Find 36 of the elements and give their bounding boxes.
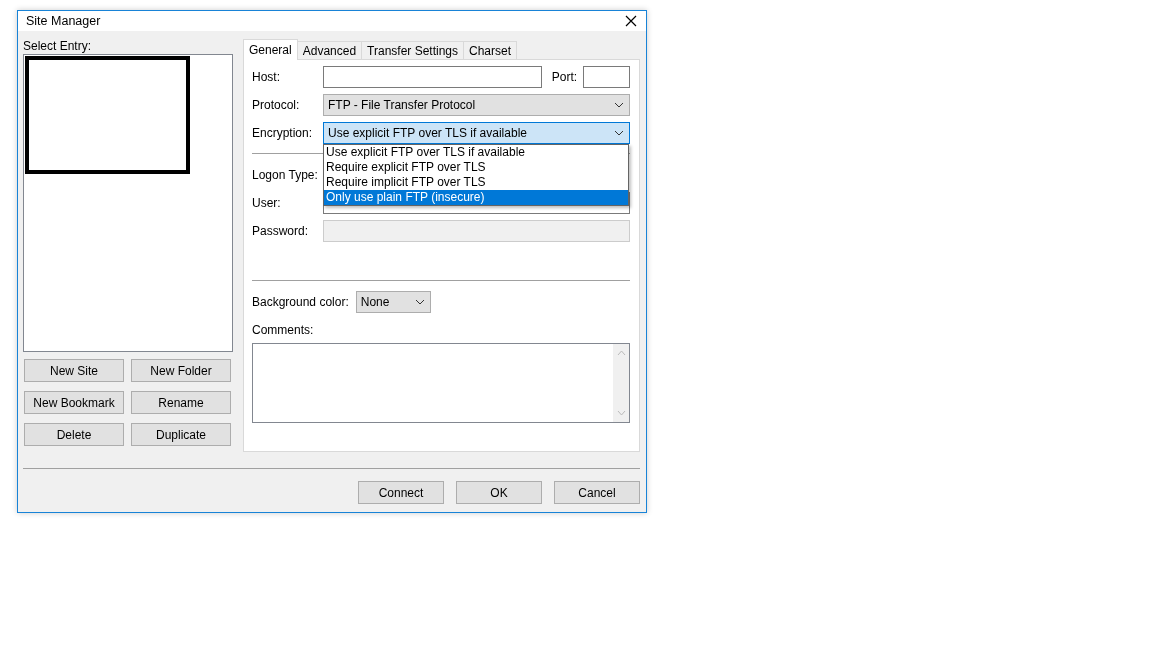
- chevron-down-icon: [614, 130, 624, 136]
- comments-field[interactable]: [252, 343, 630, 423]
- entry-button[interactable]: Duplicate: [131, 423, 231, 446]
- dropdown-option[interactable]: Only use plain FTP (insecure): [324, 190, 628, 205]
- window-title: Site Manager: [26, 14, 101, 28]
- dropdown-option[interactable]: Require explicit FTP over TLS: [324, 160, 628, 175]
- select-entry-label: Select Entry:: [23, 39, 93, 53]
- encryption-dropdown[interactable]: Use explicit FTP over TLS if available: [323, 122, 630, 144]
- encryption-label: Encryption:: [252, 126, 314, 140]
- dialog-button[interactable]: OK: [456, 481, 542, 504]
- logon-type-label: Logon Type:: [252, 168, 319, 182]
- protocol-label: Protocol:: [252, 98, 301, 112]
- entry-button[interactable]: New Folder: [131, 359, 231, 382]
- port-field[interactable]: [583, 66, 630, 88]
- entry-button[interactable]: New Site: [24, 359, 124, 382]
- chevron-down-icon: [614, 102, 624, 108]
- dialog-button[interactable]: Connect: [358, 481, 444, 504]
- close-icon[interactable]: [625, 15, 637, 27]
- port-label: Port:: [551, 70, 578, 84]
- background-color-dropdown[interactable]: None: [355, 291, 431, 313]
- tab[interactable]: General: [243, 39, 298, 60]
- entry-button[interactable]: Rename: [131, 391, 231, 414]
- host-label: Host:: [252, 70, 281, 84]
- user-label: User:: [252, 196, 282, 210]
- site-tree[interactable]: [23, 54, 233, 352]
- entry-button[interactable]: New Bookmark: [24, 391, 124, 414]
- background-color-label: Background color:: [252, 295, 349, 309]
- password-label: Password:: [252, 224, 310, 238]
- dropdown-option[interactable]: Use explicit FTP over TLS if available: [324, 145, 628, 160]
- dropdown-option[interactable]: Require implicit FTP over TLS: [324, 175, 628, 190]
- entry-button[interactable]: Delete: [24, 423, 124, 446]
- host-field[interactable]: [322, 66, 542, 88]
- comments-label: Comments:: [252, 323, 315, 337]
- protocol-dropdown[interactable]: FTP - File Transfer Protocol: [323, 94, 630, 116]
- chevron-down-icon: [414, 299, 425, 305]
- dialog-button[interactable]: Cancel: [554, 481, 640, 504]
